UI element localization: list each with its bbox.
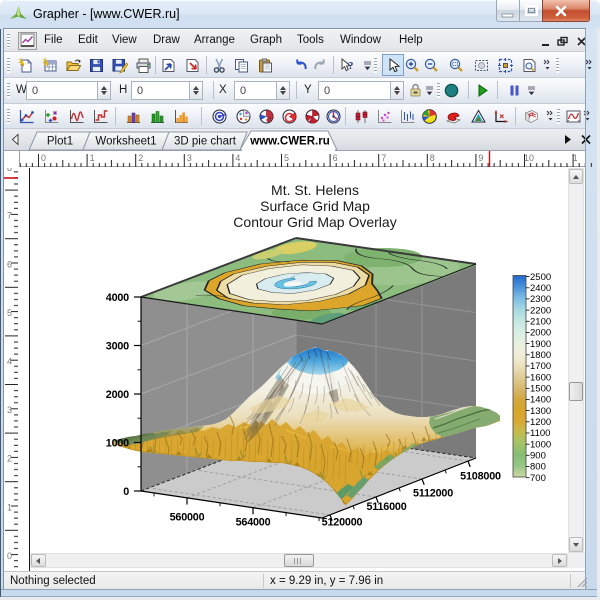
svg-text:3D pie chart: 3D pie chart [174, 136, 237, 148]
svg-text:Worksheet1: Worksheet1 [95, 136, 156, 148]
svg-text:1100: 1100 [530, 428, 550, 439]
svg-text:0: 0 [7, 551, 12, 561]
svg-text:0: 0 [123, 486, 129, 498]
svg-text:700: 700 [530, 473, 546, 484]
svg-text:1600: 1600 [530, 372, 551, 383]
svg-text:2000: 2000 [106, 389, 129, 401]
svg-text:9: 9 [478, 153, 483, 163]
svg-text:1200: 1200 [530, 417, 551, 428]
svg-text:4: 4 [235, 153, 240, 163]
svg-text:2000: 2000 [530, 328, 551, 339]
svg-text:Surface Grid Map: Surface Grid Map [260, 198, 370, 214]
svg-text:2: 2 [7, 454, 12, 464]
svg-text:1900: 1900 [530, 339, 551, 350]
svg-text:900: 900 [530, 451, 546, 462]
svg-text:1300: 1300 [530, 406, 551, 417]
svg-text:3000: 3000 [106, 341, 129, 353]
svg-text:1800: 1800 [530, 350, 551, 361]
svg-text:8: 8 [7, 168, 12, 173]
svg-text:560000: 560000 [170, 512, 205, 524]
svg-text:8: 8 [430, 153, 435, 163]
svg-text:Contour Grid Map Overlay: Contour Grid Map Overlay [233, 214, 396, 230]
svg-text:2200: 2200 [530, 305, 551, 316]
svg-text:7: 7 [381, 153, 386, 163]
svg-text:2: 2 [138, 153, 143, 163]
svg-text:5120000: 5120000 [322, 517, 363, 529]
svg-text:Plot1: Plot1 [47, 136, 73, 148]
svg-text:3: 3 [187, 153, 192, 163]
svg-text:1: 1 [7, 502, 12, 512]
svg-text:5: 5 [284, 153, 289, 163]
svg-text:1700: 1700 [530, 361, 551, 372]
svg-text:800: 800 [530, 462, 546, 473]
svg-text:www.CWER.ru: www.CWER.ru [249, 136, 329, 148]
svg-text:1: 1 [90, 153, 95, 163]
svg-text:0: 0 [41, 153, 46, 163]
svg-text:1000: 1000 [106, 438, 129, 450]
svg-text:2400: 2400 [530, 283, 551, 294]
svg-text:564000: 564000 [236, 517, 271, 529]
svg-text:1400: 1400 [530, 395, 551, 406]
svg-text:4: 4 [7, 357, 12, 367]
svg-text:1000: 1000 [530, 439, 551, 450]
svg-text:5: 5 [7, 308, 12, 318]
svg-text:1: 1 [573, 153, 578, 163]
svg-text:2300: 2300 [530, 294, 551, 305]
svg-text:6: 6 [7, 259, 12, 269]
svg-text:?: ? [348, 60, 354, 72]
svg-text:2100: 2100 [530, 317, 551, 328]
svg-text:5112000: 5112000 [413, 488, 453, 500]
svg-text:7: 7 [7, 211, 12, 221]
svg-text:2500: 2500 [530, 272, 551, 283]
svg-text:3: 3 [7, 405, 12, 415]
svg-text:4000: 4000 [106, 292, 129, 304]
svg-text:5108000: 5108000 [460, 471, 501, 483]
svg-text:10: 10 [524, 153, 534, 163]
svg-text:5116000: 5116000 [366, 501, 406, 513]
svg-text:6: 6 [333, 153, 338, 163]
svg-text:1500: 1500 [530, 384, 551, 395]
svg-text:Mt. St. Helens: Mt. St. Helens [271, 182, 359, 198]
